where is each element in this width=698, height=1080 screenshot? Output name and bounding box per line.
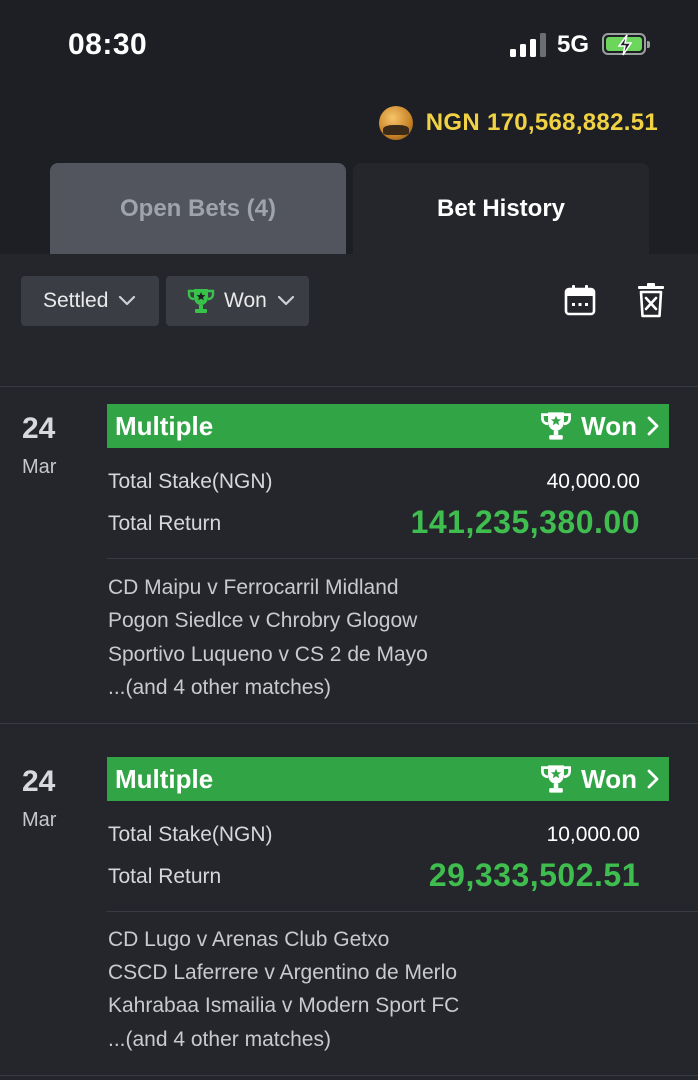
total-return-label: Total Return [108, 512, 222, 535]
delete-icon[interactable] [636, 283, 666, 319]
settled-filter-label: Settled [43, 289, 109, 312]
bet-date-month: Mar [22, 809, 57, 831]
chevron-down-icon [277, 295, 294, 306]
match-line: CSCD Laferrere v Argentino de Merlo [108, 961, 457, 984]
bet-header-bar[interactable]: Multiple Won [107, 757, 669, 801]
divider [0, 1075, 698, 1076]
signal-icon [510, 33, 546, 57]
won-filter-label: Won [224, 289, 267, 312]
bet-date-day: 24 [22, 765, 56, 798]
balance-amount: NGN 170,568,882.51 [425, 109, 658, 136]
bet-status-label: Won [581, 763, 637, 794]
bet-card[interactable]: 24 Mar Multiple Won Total Stake(NGN) 40,… [0, 404, 698, 734]
total-stake-value: 10,000.00 [546, 823, 640, 846]
match-line: CD Maipu v Ferrocarril Midland [108, 576, 399, 599]
bet-date-day: 24 [22, 412, 56, 445]
battery-icon [602, 33, 650, 56]
match-line: Pogon Siedlce v Chrobry Glogow [108, 609, 418, 632]
bet-status-label: Won [581, 410, 637, 441]
bet-type: Multiple [115, 763, 214, 794]
chevron-right-icon [647, 769, 659, 789]
divider [0, 723, 698, 724]
bets-tabs: Open Bets (4) Bet History [0, 163, 698, 254]
total-return-value: 29,333,502.51 [428, 857, 640, 893]
bet-header-bar[interactable]: Multiple Won [107, 404, 669, 448]
more-matches: ...(and 4 other matches) [108, 1028, 331, 1051]
status-bar: 08:30 5G [0, 0, 698, 90]
trophy-icon [541, 412, 572, 440]
account-balance[interactable]: NGN 170,568,882.51 [378, 106, 658, 140]
total-stake-label: Total Stake(NGN) [108, 470, 273, 493]
calendar-icon[interactable] [563, 283, 597, 317]
bet-card[interactable]: 24 Mar Multiple Won Total Stake(NGN) 10,… [0, 757, 698, 1080]
total-stake-value: 40,000.00 [546, 470, 640, 493]
status-time: 08:30 [68, 28, 148, 61]
network-type: 5G [557, 31, 590, 58]
match-line: CD Lugo v Arenas Club Getxo [108, 928, 390, 951]
match-line: Sportivo Luqueno v CS 2 de Mayo [108, 643, 428, 666]
tab-bet-history[interactable]: Bet History [353, 163, 649, 254]
more-matches: ...(and 4 other matches) [108, 676, 331, 699]
total-stake-label: Total Stake(NGN) [108, 823, 273, 846]
tab-open-bets[interactable]: Open Bets (4) [50, 163, 346, 254]
trophy-icon [187, 289, 215, 313]
coin-avatar-icon [378, 106, 413, 140]
divider [107, 558, 698, 559]
divider [0, 386, 698, 387]
total-return-value: 141,235,380.00 [410, 504, 640, 540]
bet-type: Multiple [115, 410, 214, 441]
chevron-down-icon [119, 295, 136, 306]
chevron-right-icon [647, 416, 659, 436]
match-line: Kahrabaa Ismailia v Modern Sport FC [108, 994, 460, 1017]
bet-status-badge: Won [539, 410, 659, 442]
total-return-label: Total Return [108, 865, 222, 888]
trophy-icon [541, 765, 572, 793]
settled-filter-dropdown[interactable]: Settled [21, 276, 159, 326]
bet-status-badge: Won [539, 763, 659, 795]
bet-date-month: Mar [22, 456, 57, 478]
divider [107, 911, 698, 912]
won-filter-dropdown[interactable]: Won [166, 276, 309, 326]
